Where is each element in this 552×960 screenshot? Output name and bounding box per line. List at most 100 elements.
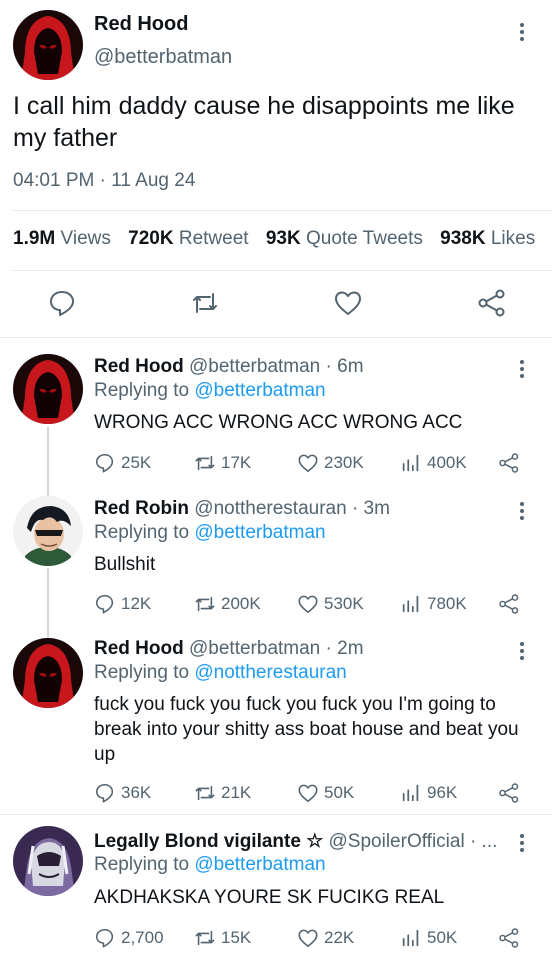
heart-icon: [298, 454, 318, 473]
author-name[interactable]: Red Hood: [94, 638, 184, 659]
like-count: 22K: [324, 928, 355, 947]
reply-text: Bullshit: [94, 554, 156, 575]
retweet-count: 15K: [221, 928, 252, 947]
author-handle-time[interactable]: @betterbatman · 6m: [189, 356, 364, 377]
quote-tweets-stat[interactable]: 93K Quote Tweets: [266, 228, 423, 249]
avatar[interactable]: [13, 826, 83, 896]
share-icon: [478, 289, 505, 317]
replying-to: Replying to @betterbatman: [94, 522, 326, 543]
avatar[interactable]: [13, 354, 83, 424]
heart-icon: [298, 929, 318, 948]
share-icon: [499, 783, 519, 803]
reply-header: Red Hood @betterbatman · 6m: [94, 356, 514, 378]
views-button[interactable]: 780K: [400, 593, 467, 615]
retweet-count: 200K: [221, 594, 261, 613]
reply-tweet[interactable]: Red Hood @betterbatman · 6m Replying to …: [0, 337, 552, 482]
avatar[interactable]: [13, 638, 83, 708]
author-handle[interactable]: @betterbatman: [94, 46, 232, 69]
analytics-icon: [402, 595, 419, 613]
share-button[interactable]: [477, 288, 507, 318]
tweet-stats: 1.9M Views 720K Retweet 93K Quote Tweets…: [13, 228, 552, 250]
retweets-stat[interactable]: 720K Retweet: [128, 228, 248, 249]
like-button[interactable]: 230K: [297, 452, 364, 474]
share-icon: [499, 928, 519, 948]
view-count: 96K: [427, 783, 458, 802]
retweet-button[interactable]: [190, 288, 220, 318]
replying-to-link[interactable]: @nottherestauran: [194, 662, 346, 683]
heart-icon: [335, 291, 361, 315]
reply-header: Legally Blond vigilante ☆ @SpoilerOffici…: [94, 830, 514, 853]
reply-actions: 25K 17K 230K 400K: [94, 452, 534, 474]
views-stat[interactable]: 1.9M Views: [13, 228, 111, 249]
replying-to: Replying to @betterbatman: [94, 854, 326, 875]
reply-count: 25K: [121, 453, 152, 472]
retweet-icon: [195, 596, 215, 612]
views-button[interactable]: 50K: [400, 927, 457, 949]
share-button[interactable]: [498, 452, 520, 474]
views-button[interactable]: 400K: [400, 452, 467, 474]
reply-button[interactable]: [47, 288, 77, 318]
reply-text: WRONG ACC WRONG ACC WRONG ACC: [94, 412, 463, 433]
share-button[interactable]: [498, 927, 520, 949]
reply-icon: [50, 291, 74, 316]
like-button[interactable]: 530K: [297, 593, 364, 615]
red-hood-avatar-icon: [13, 10, 83, 80]
reply-icon: [95, 783, 114, 803]
retweet-icon: [195, 785, 215, 801]
reply-tweet[interactable]: Legally Blond vigilante ☆ @SpoilerOffici…: [0, 814, 552, 960]
reply-button[interactable]: 25K: [94, 452, 151, 474]
reply-icon: [95, 453, 114, 473]
reply-button[interactable]: 2,700: [94, 927, 164, 949]
more-options-icon[interactable]: [512, 639, 532, 663]
tweet-timestamp[interactable]: 04:01 PM · 11 Aug 24: [13, 170, 195, 192]
share-button[interactable]: [498, 593, 520, 615]
replying-to-link[interactable]: @betterbatman: [194, 854, 325, 875]
more-options-icon[interactable]: [512, 499, 532, 523]
reply-icon: [95, 594, 114, 614]
spoiler-avatar-icon: [13, 826, 83, 896]
reply-button[interactable]: 36K: [94, 782, 151, 804]
like-button[interactable]: 50K: [297, 782, 354, 804]
replying-to: Replying to @betterbatman: [94, 380, 326, 401]
reply-text: fuck you fuck you fuck you fuck you I'm …: [94, 694, 519, 765]
avatar[interactable]: [13, 496, 83, 566]
retweet-button[interactable]: 200K: [194, 593, 261, 615]
share-icon: [499, 453, 519, 473]
reply-button[interactable]: 12K: [94, 593, 151, 615]
like-button[interactable]: 22K: [297, 927, 354, 949]
more-options-icon[interactable]: [512, 357, 532, 381]
author-name[interactable]: Red Hood: [94, 13, 188, 36]
share-button[interactable]: [498, 782, 520, 804]
author-handle-time[interactable]: @nottherestauran · 3m: [194, 498, 390, 519]
view-count: 50K: [427, 928, 458, 947]
reply-actions: 2,700 15K 22K 50K: [94, 927, 534, 949]
share-icon: [499, 594, 519, 614]
retweet-button[interactable]: 15K: [194, 927, 251, 949]
reply-header: Red Robin @nottherestauran · 3m: [94, 498, 514, 520]
avatar[interactable]: [13, 10, 83, 80]
analytics-icon: [402, 929, 419, 947]
replying-to-link[interactable]: @betterbatman: [194, 522, 325, 543]
like-count: 530K: [324, 594, 364, 613]
author-name[interactable]: Red Hood: [94, 356, 184, 377]
author-name[interactable]: Red Robin: [94, 498, 189, 519]
reply-count: 36K: [121, 783, 152, 802]
reply-tweet[interactable]: Red Robin @nottherestauran · 3m Replying…: [0, 482, 552, 622]
red-hood-avatar-icon: [13, 638, 83, 708]
retweet-button[interactable]: 17K: [194, 452, 251, 474]
replying-to-link[interactable]: @betterbatman: [194, 380, 325, 401]
like-count: 230K: [324, 453, 364, 472]
analytics-icon: [402, 784, 419, 802]
like-button[interactable]: [333, 288, 363, 318]
reply-tweet[interactable]: Red Hood @betterbatman · 2m Replying to …: [0, 622, 552, 814]
author-handle-time[interactable]: @SpoilerOfficial · ...: [329, 831, 498, 852]
likes-stat[interactable]: 938K Likes: [440, 228, 535, 249]
author-handle-time[interactable]: @betterbatman · 2m: [189, 638, 364, 659]
tweet-text: I call him daddy cause he disappoints me…: [13, 92, 515, 152]
heart-icon: [298, 595, 318, 614]
views-button[interactable]: 96K: [400, 782, 457, 804]
retweet-button[interactable]: 21K: [194, 782, 251, 804]
more-options-icon[interactable]: [512, 20, 532, 44]
author-name[interactable]: Legally Blond vigilante ☆: [94, 831, 323, 852]
more-options-icon[interactable]: [512, 831, 532, 855]
